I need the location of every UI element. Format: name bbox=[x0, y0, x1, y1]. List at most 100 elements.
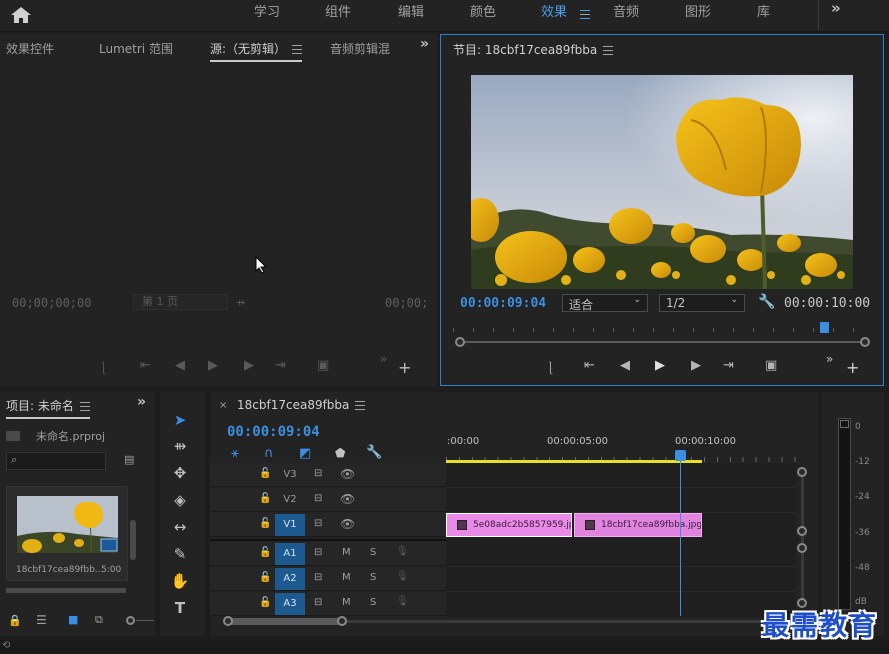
hand-tool-icon[interactable]: ✋ bbox=[166, 568, 194, 594]
lock-icon[interactable]: 🔓 bbox=[259, 547, 271, 558]
workspace-menu-icon[interactable] bbox=[580, 10, 590, 19]
zoom-handle-right[interactable] bbox=[860, 337, 870, 347]
zoom-handle-left[interactable] bbox=[455, 337, 465, 347]
program-zoom-bar[interactable] bbox=[460, 341, 865, 343]
program-timecode[interactable]: 00:00:09:04 bbox=[460, 296, 546, 311]
workspace-color[interactable]: 颜色 bbox=[470, 1, 496, 20]
pen-tool-icon[interactable]: ✎ bbox=[166, 541, 194, 567]
lock-icon[interactable]: 🔓 bbox=[259, 468, 271, 479]
workspace-assembly[interactable]: 组件 bbox=[325, 1, 351, 20]
program-resolution-select[interactable]: 1/2 ⌄ bbox=[659, 294, 745, 312]
lock-icon[interactable]: 🔓 bbox=[259, 572, 271, 583]
workspace-learn[interactable]: 学习 bbox=[254, 1, 280, 20]
program-menu-icon[interactable] bbox=[603, 46, 614, 55]
program-add-button[interactable]: + bbox=[846, 358, 859, 377]
sync-lock-icon[interactable]: ⊟ bbox=[314, 468, 322, 479]
freeform-view-icon[interactable]: ⧉ bbox=[95, 613, 103, 627]
mute-button[interactable]: M bbox=[342, 572, 351, 583]
vscroll-knob-top[interactable] bbox=[797, 467, 807, 477]
source-overflow-icon[interactable]: » bbox=[420, 36, 429, 52]
project-overflow-icon[interactable]: » bbox=[137, 394, 146, 410]
eye-icon[interactable]: 👁 bbox=[340, 517, 355, 531]
overflow-chevron-icon[interactable]: » bbox=[831, 0, 841, 17]
timeline-settings-wrench-icon[interactable]: 🔧 bbox=[366, 445, 382, 460]
hscroll-knob-right[interactable] bbox=[337, 616, 347, 626]
zoom-slider-handle[interactable] bbox=[126, 616, 135, 625]
program-title[interactable]: 节目: 18cbf17cea89fbba bbox=[453, 41, 614, 58]
new-bin-icon[interactable]: ▤ bbox=[124, 453, 134, 466]
sync-lock-icon[interactable]: ⊟ bbox=[314, 572, 322, 583]
project-hscrollbar[interactable] bbox=[6, 588, 126, 593]
track-label-v3[interactable]: V3 bbox=[275, 464, 305, 486]
source-fit-icon[interactable]: ⇸ bbox=[236, 296, 245, 309]
program-playhead[interactable] bbox=[819, 322, 829, 333]
vscroll-knob-a[interactable] bbox=[797, 543, 807, 553]
source-export-frame-icon[interactable]: ▣ bbox=[317, 358, 329, 373]
status-icon[interactable]: ⟲ bbox=[2, 640, 10, 651]
track-select-tool-icon[interactable]: ⇻ bbox=[166, 433, 194, 459]
program-more-icon[interactable]: » bbox=[826, 352, 833, 366]
program-fit-select[interactable]: 适合 ⌄ bbox=[562, 294, 648, 312]
project-scrollbar[interactable] bbox=[130, 520, 136, 560]
track-label-a3[interactable]: A3 bbox=[275, 593, 305, 615]
export-frame-icon[interactable]: ▣ bbox=[765, 358, 777, 373]
home-icon[interactable] bbox=[10, 6, 32, 24]
linked-selection-icon[interactable]: ◩ bbox=[299, 446, 311, 461]
mark-in-icon[interactable]: ⎱ bbox=[544, 358, 557, 377]
go-to-out-icon[interactable]: ⇥ bbox=[723, 358, 734, 373]
timeline-clip-1[interactable]: 5e08adc2b5857959.jp bbox=[446, 513, 572, 537]
solo-button[interactable]: S bbox=[370, 547, 376, 558]
source-menu-icon[interactable] bbox=[292, 45, 303, 54]
list-view-icon[interactable]: ☰ bbox=[36, 613, 47, 627]
source-go-in-icon[interactable]: ⇤ bbox=[140, 358, 151, 373]
timeline-clip-2[interactable]: 18cbf17cea89fbba.jpg bbox=[574, 513, 702, 537]
lock-icon[interactable]: 🔓 bbox=[259, 518, 271, 529]
mute-button[interactable]: M bbox=[342, 597, 351, 608]
workspace-audio[interactable]: 音频 bbox=[613, 1, 639, 20]
tab-audio-clip-mixer[interactable]: 音频剪辑混 bbox=[330, 40, 390, 57]
hscroll-knob-left[interactable] bbox=[223, 616, 233, 626]
eye-icon[interactable]: 👁 bbox=[340, 467, 355, 481]
timeline-timecode[interactable]: 00:00:09:04 bbox=[227, 424, 320, 440]
microphone-icon[interactable]: 🎙 bbox=[396, 596, 409, 607]
add-marker-icon[interactable]: ⬟ bbox=[335, 446, 345, 460]
program-monitor-video[interactable] bbox=[471, 75, 853, 289]
tab-effect-controls[interactable]: 效果控件 bbox=[6, 40, 54, 57]
workspace-editing[interactable]: 编辑 bbox=[398, 1, 424, 20]
source-step-back-icon[interactable]: ◀ bbox=[175, 358, 185, 373]
step-back-icon[interactable]: ◀ bbox=[620, 358, 630, 373]
lock-icon[interactable]: 🔒 bbox=[8, 614, 22, 627]
tab-project[interactable]: 项目: 未命名 bbox=[6, 397, 90, 419]
program-ruler[interactable] bbox=[453, 324, 863, 336]
eye-icon[interactable]: 👁 bbox=[340, 492, 355, 506]
workspace-graphics[interactable]: 图形 bbox=[685, 1, 711, 20]
close-icon[interactable]: × bbox=[219, 400, 227, 411]
wrench-icon[interactable]: 🔧 bbox=[758, 294, 775, 310]
timeline-menu-icon[interactable] bbox=[355, 401, 366, 410]
vscroll-knob-v[interactable] bbox=[797, 526, 807, 536]
sync-lock-icon[interactable]: ⊟ bbox=[314, 493, 322, 504]
source-more-icon[interactable]: » bbox=[380, 352, 387, 366]
timeline-tab[interactable]: 18cbf17cea89fbba bbox=[237, 398, 366, 412]
slip-tool-icon[interactable]: ↔ bbox=[166, 514, 194, 540]
solo-button[interactable]: S bbox=[370, 572, 376, 583]
source-add-button[interactable]: + bbox=[398, 358, 411, 377]
timeline-hscroll-thumb[interactable] bbox=[228, 618, 342, 625]
microphone-icon[interactable]: 🎙 bbox=[396, 571, 409, 582]
tab-source[interactable]: 源:（无剪辑） bbox=[210, 40, 303, 62]
snap-magnet-icon[interactable]: ∩ bbox=[264, 446, 274, 461]
track-label-v2[interactable]: V2 bbox=[275, 489, 305, 511]
lock-icon[interactable]: 🔓 bbox=[259, 493, 271, 504]
source-mark-in-icon[interactable]: ⎱ bbox=[97, 358, 110, 377]
solo-button[interactable]: S bbox=[370, 597, 376, 608]
track-label-v1[interactable]: V1 bbox=[275, 514, 305, 536]
ripple-edit-tool-icon[interactable]: ✥ bbox=[166, 460, 194, 486]
track-label-a1[interactable]: A1 bbox=[275, 543, 305, 565]
track-label-a2[interactable]: A2 bbox=[275, 568, 305, 590]
tab-lumetri-scopes[interactable]: Lumetri 范围 bbox=[99, 40, 173, 57]
timeline-vscroll[interactable] bbox=[801, 470, 804, 605]
project-menu-icon[interactable] bbox=[79, 402, 90, 411]
microphone-icon[interactable]: 🎙 bbox=[396, 546, 409, 557]
source-step-fwd-icon[interactable]: ▶ bbox=[244, 358, 254, 373]
workspace-libraries[interactable]: 库 bbox=[757, 1, 770, 20]
